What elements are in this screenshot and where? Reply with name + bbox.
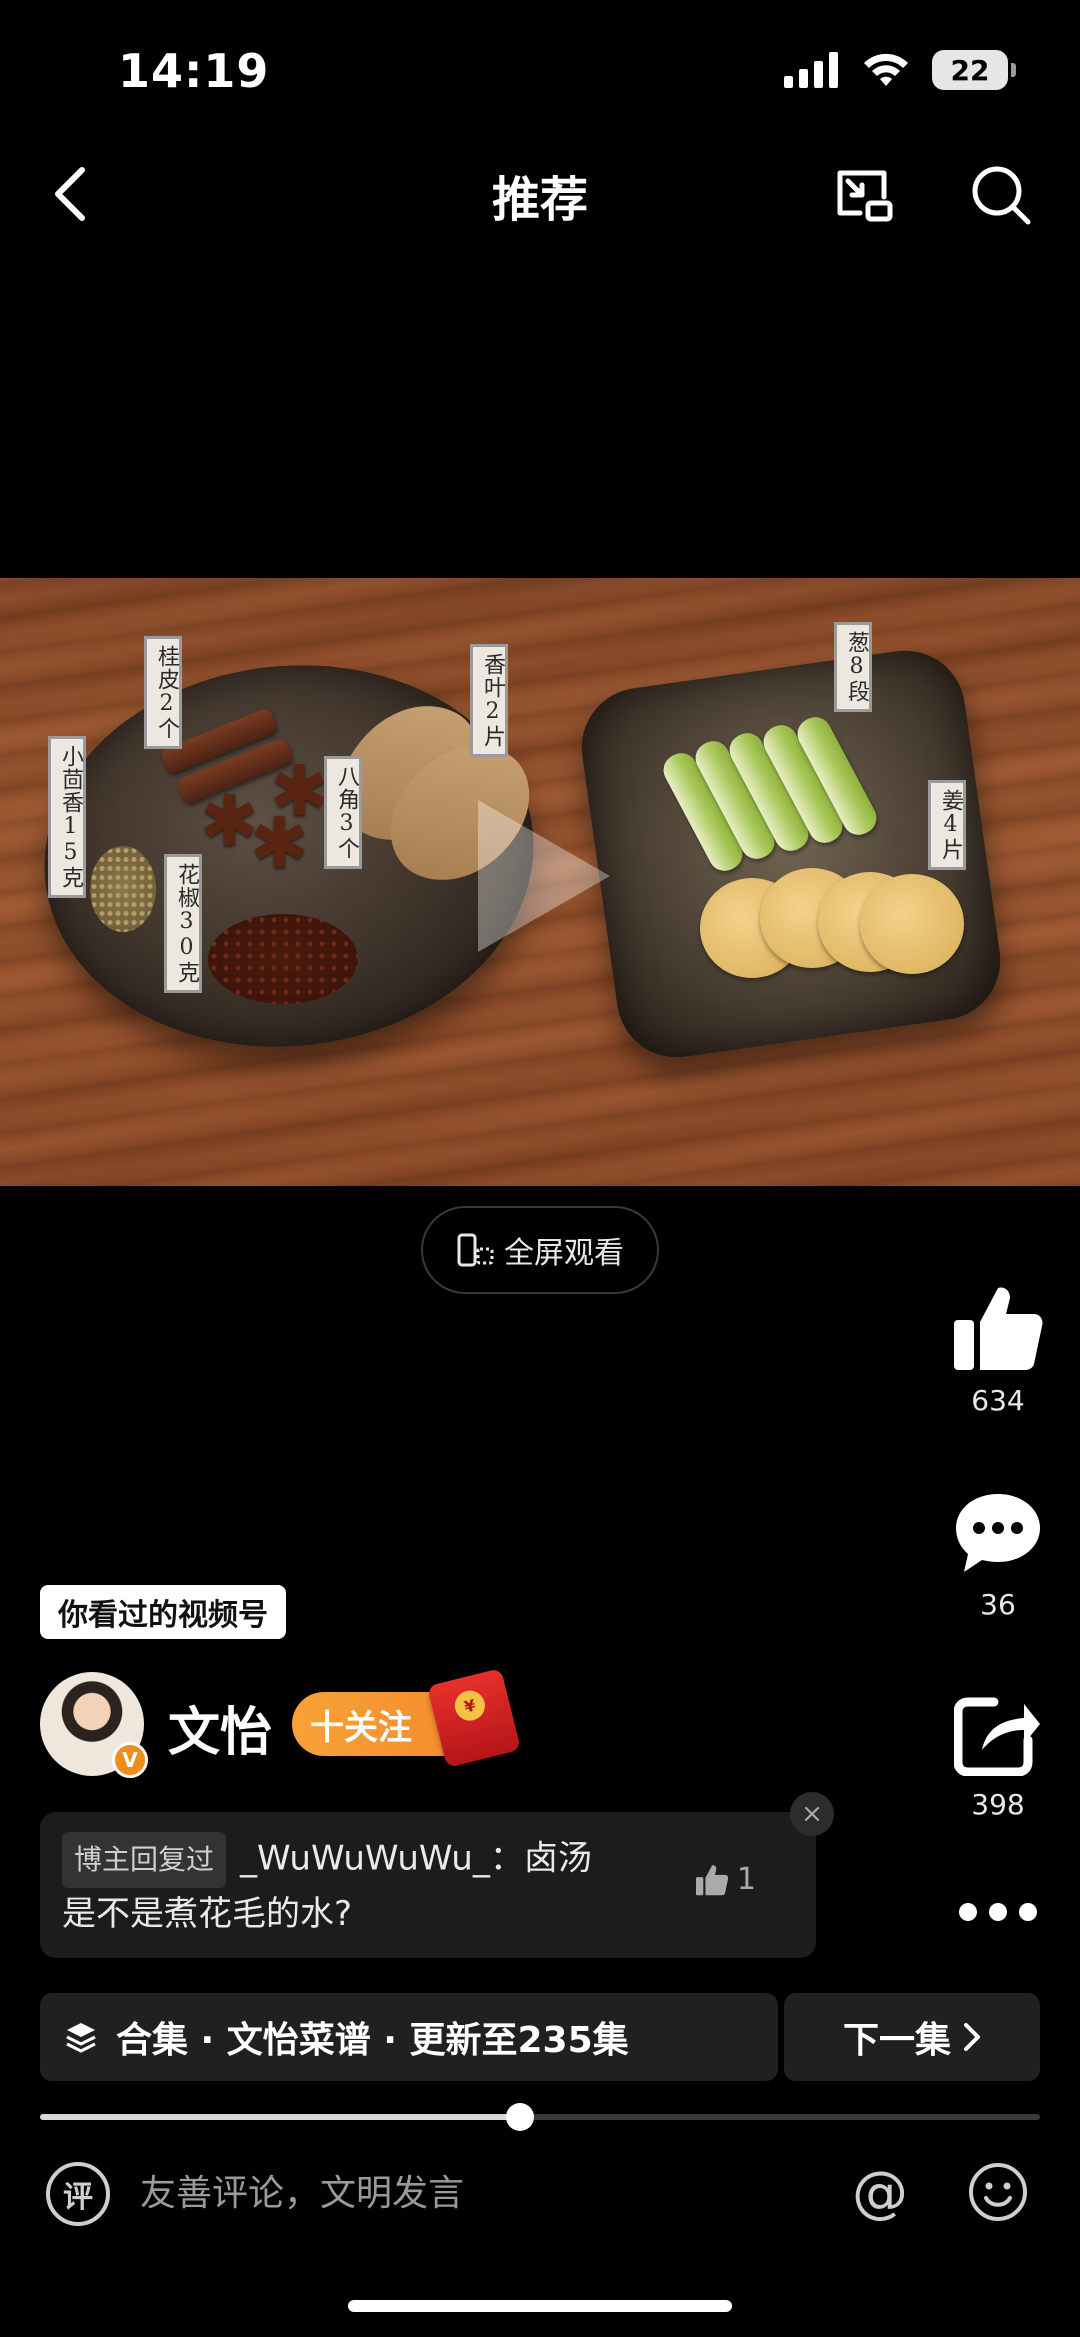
comment-user: _WuWuWuWu_ [240, 1838, 490, 1879]
label-scallion: 葱8段 [834, 622, 872, 712]
pip-button[interactable] [830, 160, 900, 230]
comment-input-row: 评 @ [0, 2150, 1080, 2234]
next-episode-button[interactable]: 下一集 [784, 1993, 1040, 2081]
ginger-slice [860, 874, 964, 974]
comment-like-count: 1 [736, 1862, 756, 1897]
more-button[interactable] [940, 1900, 1056, 1928]
close-comment-button[interactable]: × [790, 1792, 834, 1836]
share-action[interactable]: 398 [940, 1694, 1056, 1821]
more-icon [959, 1903, 1037, 1921]
page-title: 推荐 [491, 172, 588, 228]
label-cinnamon: 桂皮2个 [144, 636, 182, 749]
sichuan-pepper [208, 914, 358, 1004]
coin-icon: ¥ [451, 1687, 489, 1724]
status-icons: 22 [784, 50, 1016, 90]
avatar[interactable]: V [40, 1672, 148, 1778]
verified-icon: V [112, 1742, 148, 1778]
comment-text-part1: 卤汤 [523, 1838, 592, 1879]
watched-channel-badge: 你看过的视频号 [40, 1585, 286, 1639]
signal-icon [784, 52, 838, 88]
battery-icon: 22 [932, 50, 1016, 90]
creator-replied-tag: 博主回复过 [62, 1832, 227, 1888]
comment-text-part2: 是不是煮花毛的水? [62, 1894, 353, 1934]
video-player[interactable]: ✱ ✱ ✱ 桂皮2个 小茴香15克 八角3个 香叶2片 花椒30克 葱8段 姜4… [0, 578, 1080, 1186]
featured-comment[interactable]: 博主回复过 _WuWuWuWu_：卤汤 是不是煮花毛的水? 1 [40, 1812, 816, 1958]
author-name[interactable]: 文怡 [168, 1690, 272, 1765]
label-sichuan-pepper: 花椒30克 [164, 854, 202, 993]
label-bay-leaf: 香叶2片 [470, 644, 508, 757]
layers-icon [66, 2023, 96, 2053]
play-icon[interactable] [478, 800, 610, 952]
fennel-seeds [90, 846, 156, 932]
next-episode-label: 下一集 [842, 2020, 951, 2061]
chevron-right-icon [964, 2023, 980, 2051]
wifi-icon [864, 53, 908, 86]
comment-bubble-icon [956, 1494, 1040, 1572]
share-count: 398 [971, 1788, 1025, 1821]
picture-in-picture-icon [837, 170, 893, 222]
mention-icon[interactable]: @ [848, 2160, 912, 2225]
progress-fill [40, 2114, 520, 2120]
comment-input[interactable] [140, 2168, 800, 2218]
comment-separator: ： [489, 1838, 524, 1879]
label-ginger: 姜4片 [928, 780, 966, 870]
status-time: 14:19 [118, 44, 270, 98]
like-count: 634 [971, 1384, 1025, 1417]
progress-bar[interactable] [40, 2103, 1040, 2131]
label-star-anise: 八角3个 [324, 756, 362, 869]
fullscreen-button[interactable]: 全屏观看 [421, 1206, 659, 1294]
home-indicator[interactable] [348, 2300, 732, 2312]
comment-line-1: 博主回复过 _WuWuWuWu_：卤汤 [62, 1832, 792, 1888]
star-anise: ✱ [270, 750, 329, 832]
comment-compose-icon[interactable]: 评 [46, 2162, 110, 2226]
share-icon [953, 1697, 1040, 1777]
like-action[interactable]: 634 [940, 1284, 1056, 1417]
progress-handle[interactable] [506, 2103, 534, 2131]
comment-count: 36 [980, 1588, 1016, 1621]
status-bar: 14:19 22 [0, 0, 1080, 140]
collection-label: 合集 · 文怡菜谱 · 更新至235集 [116, 2020, 629, 2061]
search-button[interactable] [966, 160, 1036, 230]
smiley-icon [969, 2163, 1027, 2221]
emoji-button[interactable] [966, 2160, 1030, 2224]
fullscreen-label: 全屏观看 [504, 1236, 624, 1271]
rotate-phone-icon [457, 1233, 494, 1267]
comment-like-button[interactable]: 1 [695, 1862, 756, 1897]
search-icon [972, 166, 1031, 225]
collection-bar[interactable]: 合集 · 文怡菜谱 · 更新至235集 [40, 1993, 778, 2081]
follow-label: 十关注 [310, 1707, 412, 1748]
thumbs-up-icon [954, 1287, 1043, 1370]
comment-action[interactable]: 36 [940, 1490, 1056, 1621]
nav-bar: 推荐 [0, 140, 1080, 250]
label-fennel: 小茴香15克 [48, 736, 86, 898]
thumbs-up-icon [695, 1864, 729, 1895]
